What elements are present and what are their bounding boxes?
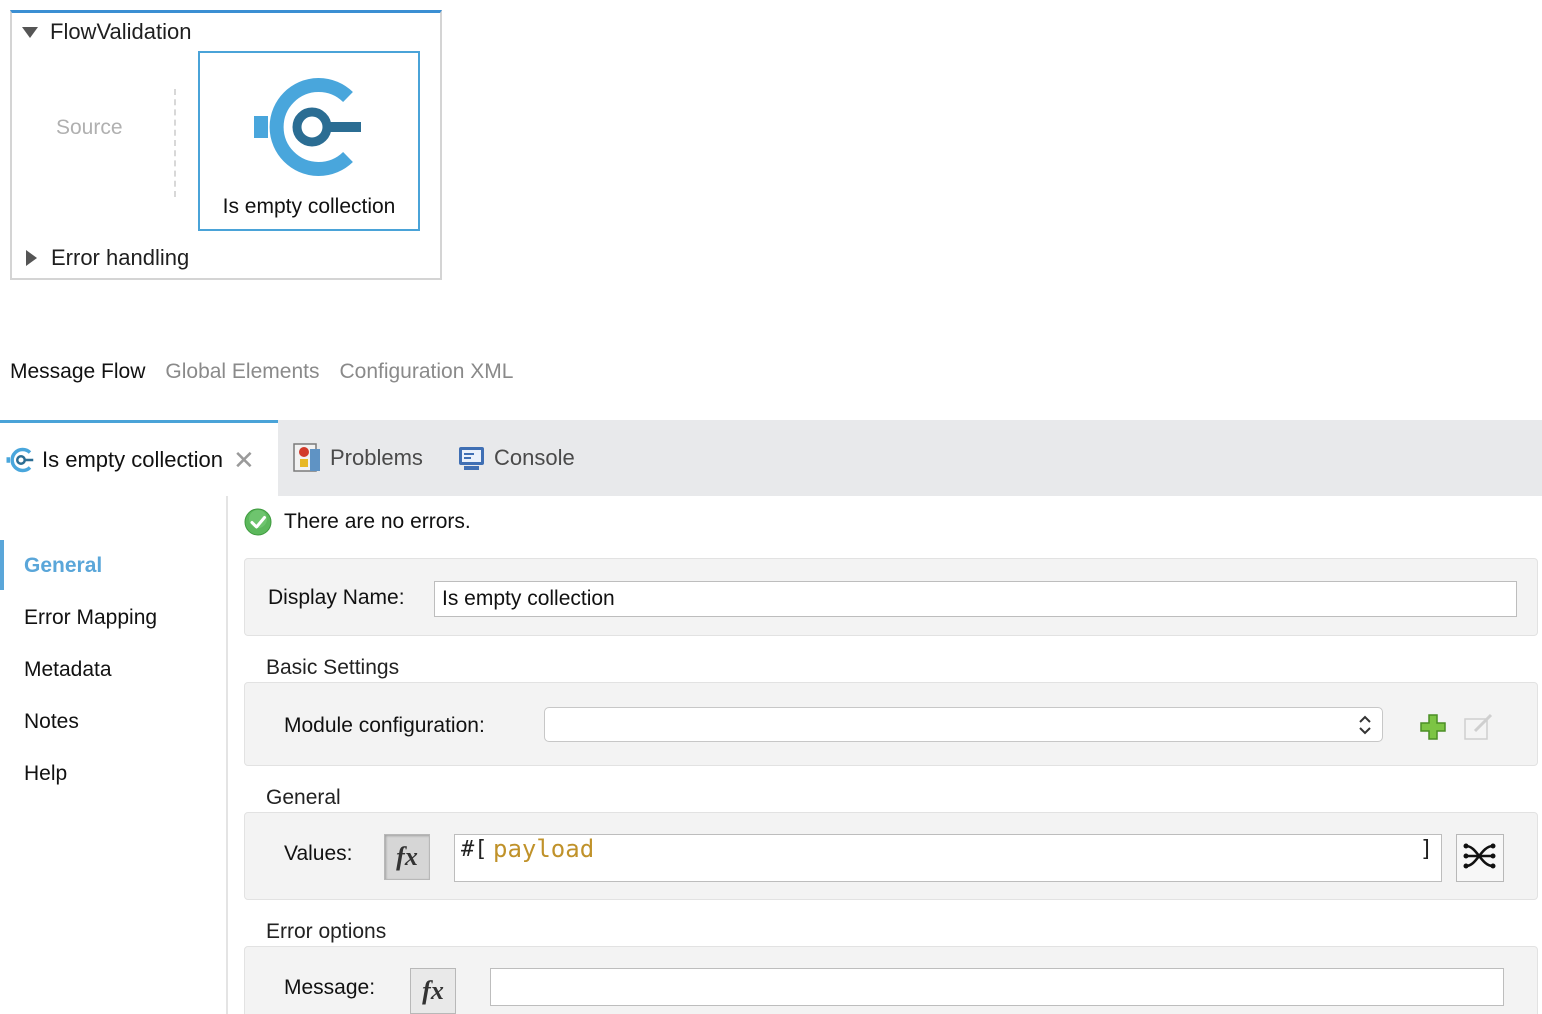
expr-close: ] [1419,837,1433,862]
error-options-title: Error options [266,920,387,943]
module-config-select[interactable] [544,707,1383,742]
dataweave-mapping-button[interactable] [1456,834,1504,882]
tab-message-flow[interactable]: Message Flow [10,360,145,384]
basic-settings-title: Basic Settings [266,656,400,679]
transform-icon [1463,840,1497,877]
display-name-label: Display Name: [268,586,405,609]
values-fx-toggle[interactable]: fx [384,834,430,880]
validation-icon [6,447,34,473]
general-title: General [266,786,341,809]
tab-label: Is empty collection [42,446,223,472]
collapse-triangle-icon[interactable] [22,26,38,38]
properties-side-nav: General Error Mapping Metadata Notes Hel… [0,496,228,1014]
display-name-value: Is empty collection [442,587,615,610]
nav-item-metadata[interactable]: Metadata [24,658,112,682]
flow-name: FlowValidation [50,19,192,44]
nav-active-indicator [0,540,4,590]
flow-header[interactable]: FlowValidation [22,19,191,45]
editor-tabs: Message Flow Global Elements Configurati… [10,360,533,384]
validation-component-card[interactable]: Is empty collection [198,51,420,231]
close-icon[interactable]: ✕ [233,447,255,473]
nav-item-general[interactable]: General [24,554,102,578]
validation-icon [252,75,364,184]
add-icon[interactable] [1418,712,1448,742]
expand-triangle-icon[interactable] [26,250,37,266]
nav-item-error-mapping[interactable]: Error Mapping [24,606,157,630]
expr-value: payload [493,835,595,863]
tab-is-empty-collection[interactable]: Is empty collection ✕ [0,420,278,496]
error-handling-label: Error handling [51,245,190,270]
tab-label: Problems [330,445,423,470]
tab-problems[interactable]: Problems [292,420,423,496]
properties-view-tabbar: Is empty collection ✕ Problems Console [0,420,1542,496]
message-field[interactable] [490,968,1504,1006]
select-arrows-icon [1358,714,1372,736]
tab-global-elements[interactable]: Global Elements [165,360,319,384]
nav-item-help[interactable]: Help [24,762,67,786]
validation-status: There are no errors. [244,508,471,536]
tab-label: Console [494,445,575,470]
tab-configuration-xml[interactable]: Configuration XML [339,360,513,384]
values-expression-field[interactable]: #[ payload ] [454,834,1442,882]
source-placeholder[interactable]: Source [56,116,123,140]
problems-icon [292,443,322,473]
nav-item-notes[interactable]: Notes [24,710,79,734]
values-label: Values: [284,842,353,865]
expr-open: #[ [461,837,488,862]
display-name-field[interactable]: Is empty collection [434,581,1517,617]
error-handling-section[interactable]: Error handling [24,245,189,271]
module-config-label: Module configuration: [284,714,485,737]
message-fx-toggle[interactable]: fx [410,968,456,1014]
status-text: There are no errors. [284,510,471,533]
source-divider [174,89,176,197]
console-icon [458,444,486,472]
component-label: Is empty collection [222,195,396,218]
message-label: Message: [284,976,376,999]
tab-console[interactable]: Console [458,420,575,496]
edit-icon[interactable] [1462,710,1496,742]
flow-container[interactable]: FlowValidation Source Is empty collectio… [10,10,442,280]
check-circle-icon [244,508,272,536]
